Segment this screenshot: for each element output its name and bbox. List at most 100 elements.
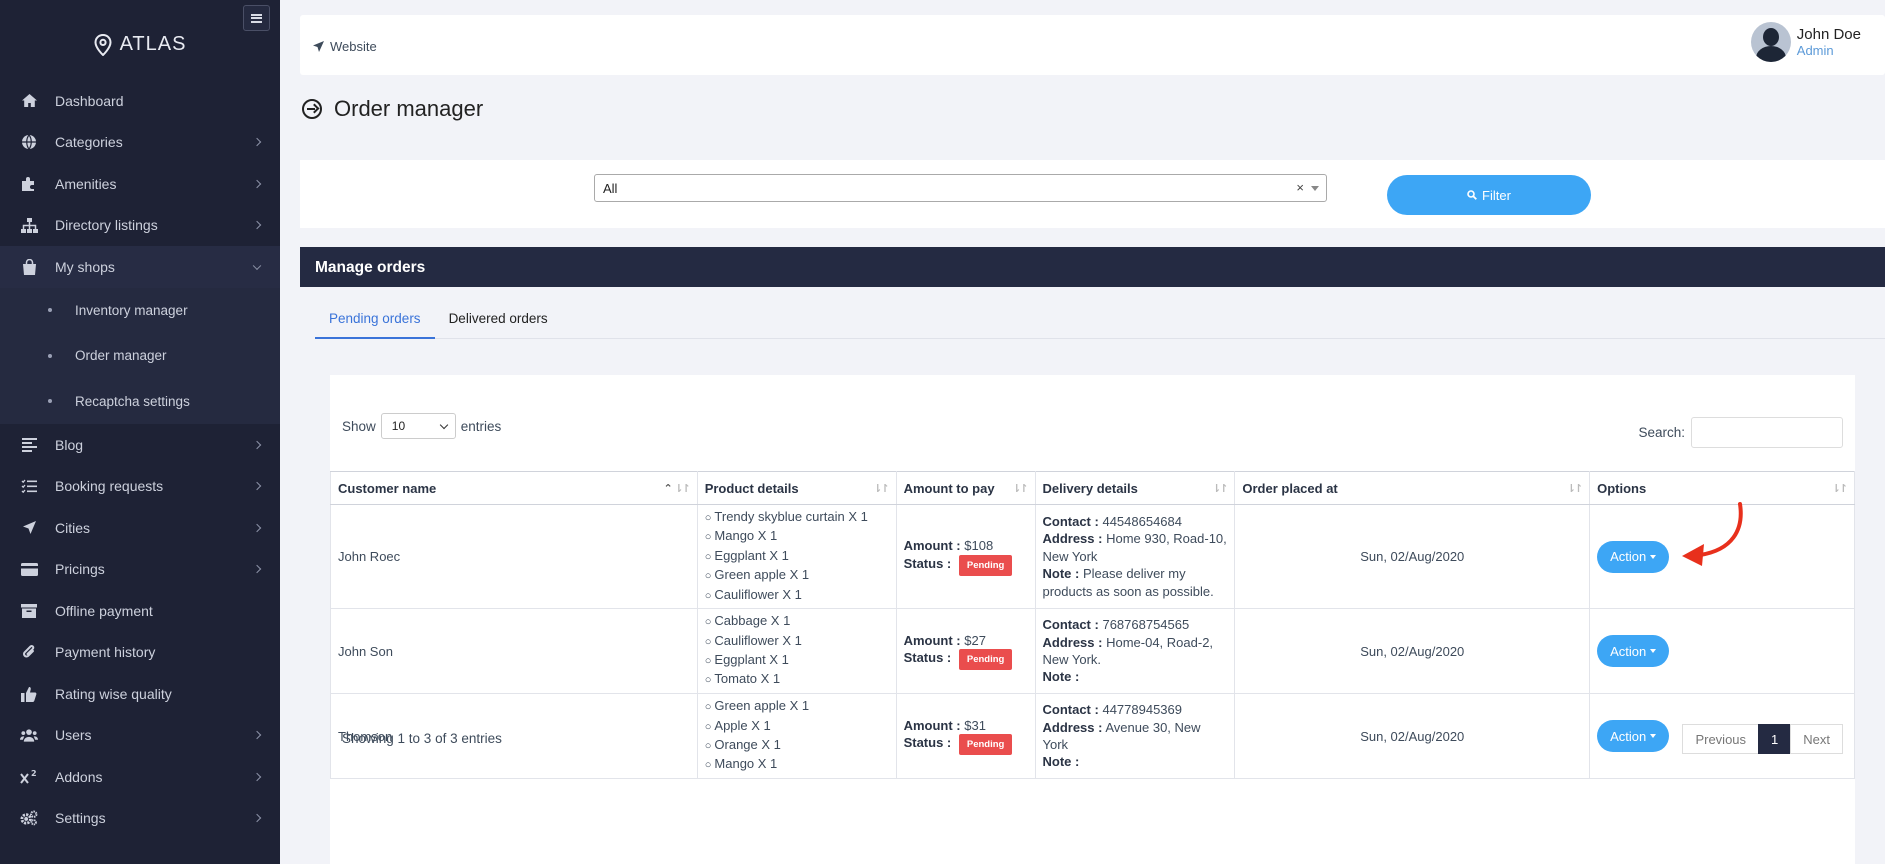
filter-button[interactable]: Filter bbox=[1387, 175, 1591, 215]
amount-value: $108 bbox=[964, 538, 994, 554]
column-header-order-placed-at[interactable]: Order placed at ⇂↾ bbox=[1234, 471, 1591, 505]
action-button[interactable]: Action bbox=[1597, 540, 1670, 573]
sidebar-item-label: Dashboard bbox=[55, 92, 124, 109]
filter-button-label: Filter bbox=[1482, 187, 1511, 203]
pagination-previous[interactable]: Previous bbox=[1682, 724, 1760, 754]
table-row: Thomson Green apple X 1 Apple X 1 Orange… bbox=[330, 693, 1855, 779]
user-menu[interactable]: John Doe Admin bbox=[1750, 22, 1861, 62]
column-header-amount-to-pay[interactable]: Amount to pay ⇂↾ bbox=[895, 471, 1036, 505]
show-label: Show bbox=[342, 418, 376, 434]
address-label: Address : bbox=[1042, 634, 1103, 650]
sort-icon: ⇂↾ bbox=[1211, 483, 1229, 495]
product-item: Eggplant X 1 bbox=[705, 651, 889, 670]
filter-card: All × Filter bbox=[300, 160, 1885, 228]
product-item: Apple X 1 bbox=[705, 717, 889, 736]
tab-pending-orders[interactable]: Pending orders bbox=[315, 305, 435, 339]
pagination-next[interactable]: Next bbox=[1790, 724, 1843, 754]
website-link-label: Website bbox=[330, 39, 377, 54]
website-link[interactable]: Website bbox=[313, 39, 377, 54]
chevron-right-icon bbox=[252, 440, 262, 449]
sidebar-subitem-inventory-manager[interactable]: Inventory manager bbox=[0, 288, 280, 334]
brand-name: ATLAS bbox=[119, 33, 187, 55]
amount-value: $27 bbox=[964, 632, 986, 648]
brand-logo[interactable]: ATLAS bbox=[0, 33, 280, 56]
status-badge: Pending bbox=[958, 734, 1013, 756]
clear-selection-icon[interactable]: × bbox=[1296, 180, 1304, 195]
sidebar-item-settings[interactable]: Settings bbox=[0, 798, 280, 840]
thumbs-up-icon bbox=[20, 686, 38, 702]
shopping-bag-icon bbox=[20, 258, 38, 275]
sidebar-item-my-shops[interactable]: My shops bbox=[0, 246, 280, 288]
pagination-page-1[interactable]: 1 bbox=[1758, 724, 1792, 754]
archive-icon bbox=[20, 603, 38, 619]
table-row: John Son Cabbage X 1 Cauliflower X 1 Egg… bbox=[330, 608, 1855, 694]
sidebar-item-offline-payment[interactable]: Offline payment bbox=[0, 590, 280, 632]
annotation-arrow-icon bbox=[1682, 502, 1743, 566]
search-input[interactable] bbox=[1691, 417, 1843, 448]
status-label: Status : bbox=[903, 735, 952, 750]
sidebar-item-directory-listings[interactable]: Directory listings bbox=[0, 205, 280, 247]
column-header-product-details[interactable]: Product details ⇂↾ bbox=[696, 471, 897, 505]
sidebar-subitem-order-manager[interactable]: Order manager bbox=[0, 333, 280, 379]
sidebar-item-dashboard[interactable]: Dashboard bbox=[0, 80, 280, 122]
users-icon bbox=[20, 727, 38, 743]
order-date-cell: Sun, 02/Aug/2020 bbox=[1234, 608, 1591, 694]
sidebar-item-label: Amenities bbox=[55, 175, 117, 192]
action-button[interactable]: Action bbox=[1597, 720, 1670, 752]
status-filter-select[interactable]: All × bbox=[594, 174, 1327, 202]
table-search: Search: bbox=[1638, 417, 1843, 448]
sort-icon: ⇂↾ bbox=[1831, 483, 1849, 495]
product-item: Cauliflower X 1 bbox=[705, 632, 889, 651]
page-length-control: Show 10 entries bbox=[342, 413, 501, 439]
chevron-right-icon bbox=[252, 482, 262, 491]
table-info: Showing 1 to 3 of 3 entries bbox=[342, 731, 502, 746]
product-details-cell: Cabbage X 1 Cauliflower X 1 Eggplant X 1… bbox=[696, 608, 897, 694]
contact-label: Contact : bbox=[1042, 513, 1099, 529]
status-badge: Pending bbox=[958, 554, 1013, 576]
sidebar-item-amenities[interactable]: Amenities bbox=[0, 163, 280, 205]
page-title: Order manager bbox=[302, 96, 483, 122]
credit-card-icon bbox=[20, 561, 38, 577]
amount-cell: Amount : $27 Status : Pending bbox=[895, 608, 1036, 694]
dropdown-arrow-icon bbox=[1311, 186, 1319, 191]
table-row: John Roec Trendy skyblue curtain X 1 Man… bbox=[330, 504, 1855, 609]
sidebar-item-users[interactable]: Users bbox=[0, 715, 280, 757]
sidebar-item-rating-wise-quality[interactable]: Rating wise quality bbox=[0, 673, 280, 715]
sidebar-item-label: Rating wise quality bbox=[55, 685, 172, 702]
action-button-label: Action bbox=[1610, 728, 1647, 744]
column-header-customer-name[interactable]: Customer name ⌃ ⇂↾ bbox=[330, 471, 698, 505]
sidebar-item-cities[interactable]: Cities bbox=[0, 507, 280, 549]
contact-value: 44548654684 bbox=[1102, 513, 1182, 529]
address-label: Address : bbox=[1042, 531, 1103, 547]
manage-orders-header: Manage orders bbox=[300, 247, 1885, 287]
page-length-select[interactable]: 10 bbox=[380, 413, 456, 439]
chevron-right-icon bbox=[252, 565, 262, 574]
sidebar-item-blog[interactable]: Blog bbox=[0, 424, 280, 466]
sidebar-subitem-recaptcha-settings[interactable]: Recaptcha settings bbox=[0, 379, 280, 425]
orders-table-card: Show 10 entries Search: Customer name ⌃ ⇂↾… bbox=[330, 375, 1855, 864]
status-badge: Pending bbox=[958, 649, 1013, 671]
column-label: Options bbox=[1597, 480, 1647, 496]
search-label: Search: bbox=[1638, 425, 1685, 440]
sidebar-item-pricings[interactable]: Pricings bbox=[0, 549, 280, 591]
sidebar-toggle-button[interactable] bbox=[243, 5, 270, 31]
tab-delivered-orders[interactable]: Delivered orders bbox=[435, 305, 562, 339]
sidebar-item-label: Directory listings bbox=[55, 217, 158, 234]
caret-down-icon bbox=[1650, 649, 1657, 653]
status-filter-value: All bbox=[603, 181, 618, 196]
sidebar-item-addons[interactable]: 2 Addons bbox=[0, 756, 280, 798]
my-shops-submenu: Inventory manager Order manager Recaptch… bbox=[0, 287, 280, 425]
sidebar-item-booking-requests[interactable]: Booking requests bbox=[0, 466, 280, 508]
sidebar-item-label: Users bbox=[55, 727, 92, 744]
sidebar-item-payment-history[interactable]: Payment history bbox=[0, 632, 280, 674]
user-role: Admin bbox=[1796, 43, 1834, 58]
sidebar-item-label: Payment history bbox=[55, 644, 156, 661]
sidebar-item-label: Cities bbox=[55, 519, 91, 536]
column-header-delivery-details[interactable]: Delivery details ⇂↾ bbox=[1034, 471, 1236, 505]
sidebar-item-categories[interactable]: Categories bbox=[0, 122, 280, 164]
chevron-right-icon bbox=[252, 731, 262, 740]
sidebar-item-label: Booking requests bbox=[55, 478, 164, 495]
action-button[interactable]: Action bbox=[1597, 635, 1670, 667]
manage-orders-card: Manage orders Pending orders Delivered o… bbox=[300, 247, 1885, 864]
amount-cell: Amount : $31 Status : Pending bbox=[895, 693, 1036, 779]
